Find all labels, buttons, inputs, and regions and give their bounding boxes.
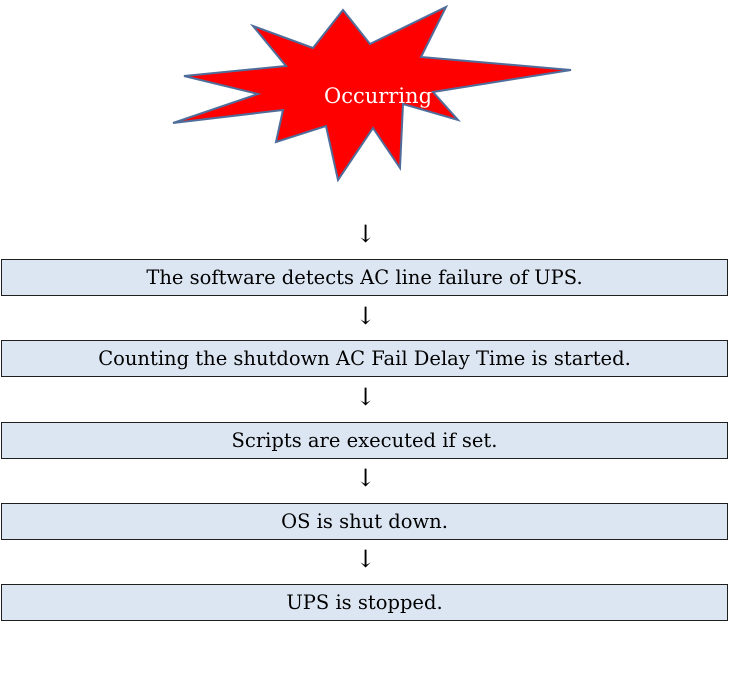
- burst-label: Occurring: [323, 84, 433, 108]
- down-arrow-icon: ↓: [355, 545, 376, 573]
- down-arrow-icon: ↓: [355, 220, 376, 248]
- step-box-3: Scripts are executed if set.: [1, 422, 728, 459]
- down-arrow-icon: ↓: [355, 464, 376, 492]
- step-box-4: OS is shut down.: [1, 503, 728, 540]
- step-box-1: The software detects AC line failure of …: [1, 259, 728, 296]
- occurring-burst: Occurring: [168, 0, 588, 182]
- down-arrow-icon: ↓: [355, 302, 376, 330]
- step-box-5: UPS is stopped.: [1, 584, 728, 621]
- down-arrow-icon: ↓: [355, 383, 376, 411]
- step-box-2: Counting the shutdown AC Fail Delay Time…: [1, 340, 728, 377]
